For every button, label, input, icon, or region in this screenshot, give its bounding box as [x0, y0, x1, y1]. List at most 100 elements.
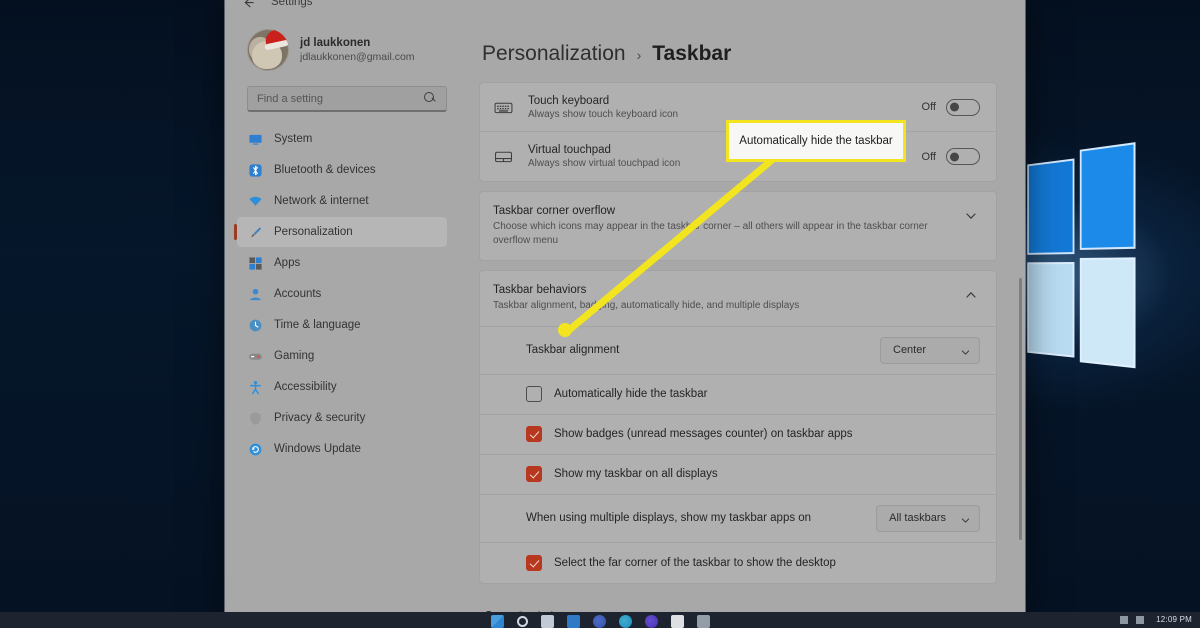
network-tray-icon[interactable]	[1120, 616, 1128, 624]
sidebar-item-accessibility[interactable]: Accessibility	[237, 372, 447, 402]
sidebar-item-label: Windows Update	[274, 443, 361, 455]
touch-keyboard-toggle[interactable]	[946, 98, 980, 116]
logo-pane-top-right	[1079, 142, 1136, 250]
word-icon[interactable]	[644, 615, 658, 628]
show-taskbar-all-displays-checkbox[interactable]	[526, 466, 542, 482]
account-block[interactable]: jd laukkonen jdlaukkonen@gmail.com	[237, 16, 447, 78]
page-title: Taskbar	[652, 42, 732, 65]
toggle-rows-card: Touch keyboard Always show touch keyboar…	[479, 82, 997, 182]
person-icon	[247, 286, 263, 302]
sidebar-item-label: Privacy & security	[274, 412, 366, 424]
row-auto-hide-taskbar[interactable]: Automatically hide the taskbar	[480, 375, 996, 415]
taskbar-icons	[490, 612, 710, 628]
show-badges-checkbox[interactable]	[526, 426, 542, 442]
sidebar-item-label: Accounts	[274, 288, 322, 300]
sidebar: jd laukkonen jdlaukkonen@gmail.com Syste…	[225, 16, 457, 612]
row-label: When using multiple displays, show my ta…	[526, 512, 812, 524]
sidebar-item-gaming[interactable]: Gaming	[237, 341, 447, 371]
apps-icon	[247, 255, 263, 271]
expander-title: Taskbar corner overflow	[493, 205, 616, 217]
wifi-icon	[247, 193, 263, 209]
expander-header[interactable]: Taskbar behaviors Taskbar alignment, bad…	[480, 271, 996, 327]
main-content: Personalization › Taskbar Touch keyboard…	[457, 16, 1025, 612]
sidebar-item-personalization[interactable]: Personalization	[234, 217, 447, 247]
window-title: Settings	[271, 0, 313, 8]
row-label: Show badges (unread messages counter) on…	[554, 428, 853, 440]
breadcrumb: Personalization › Taskbar	[479, 28, 997, 82]
settings-icon[interactable]	[670, 615, 684, 628]
search-icon	[424, 92, 437, 105]
search-input[interactable]	[257, 92, 424, 105]
shield-icon	[247, 410, 263, 426]
expander-taskbar-behaviors: Taskbar behaviors Taskbar alignment, bad…	[479, 270, 997, 584]
expander-title: Taskbar behaviors	[493, 284, 587, 296]
sidebar-nav: System Bluetooth & devices Network & int…	[234, 122, 447, 465]
taskbar-clock[interactable]: 12:09 PM	[1156, 615, 1192, 624]
logo-pane-bottom-right	[1079, 257, 1136, 369]
sidebar-item-time-language[interactable]: Time & language	[237, 310, 447, 340]
logo-pane-bottom-left	[1027, 262, 1075, 358]
chat-icon[interactable]	[566, 615, 580, 628]
store-icon[interactable]	[618, 615, 632, 628]
content-scrollbar[interactable]	[1019, 278, 1022, 540]
explorer-icon[interactable]	[696, 615, 710, 628]
row-label: Automatically hide the taskbar	[554, 388, 708, 400]
toggle-state-label: Off	[921, 150, 936, 163]
window-body: jd laukkonen jdlaukkonen@gmail.com Syste…	[225, 16, 1025, 612]
expander-texts: Taskbar corner overflow Choose which ico…	[493, 205, 964, 247]
account-email: jdlaukkonen@gmail.com	[300, 51, 415, 63]
row-virtual-touchpad[interactable]: Virtual touchpad Always show virtual tou…	[480, 132, 996, 181]
sidebar-item-system[interactable]: System	[237, 124, 447, 154]
sidebar-item-label: Accessibility	[274, 381, 337, 393]
avatar-santa-hat	[263, 29, 289, 48]
sidebar-item-privacy-security[interactable]: Privacy & security	[237, 403, 447, 433]
row-control: Off	[922, 148, 980, 165]
sidebar-item-windows-update[interactable]: Windows Update	[237, 434, 447, 464]
sidebar-item-apps[interactable]: Apps	[237, 248, 447, 278]
search-box[interactable]	[247, 86, 447, 112]
sidebar-item-accounts[interactable]: Accounts	[237, 279, 447, 309]
volume-tray-icon[interactable]	[1136, 616, 1144, 624]
row-label: Select the far corner of the taskbar to …	[554, 556, 836, 569]
chevron-down-icon	[960, 345, 970, 355]
virtual-touchpad-icon	[494, 149, 520, 164]
start-icon[interactable]	[490, 615, 504, 628]
back-arrow-icon[interactable]	[239, 0, 257, 11]
clock-icon	[247, 317, 263, 333]
breadcrumb-parent[interactable]: Personalization	[482, 42, 626, 66]
chevron-down-icon[interactable]	[964, 209, 978, 223]
sidebar-item-label: Apps	[274, 257, 301, 269]
row-show-taskbar-all-displays[interactable]: Show my taskbar on all displays	[480, 455, 996, 495]
windows-taskbar: 12:09 PM	[0, 612, 1200, 628]
search-icon[interactable]	[516, 616, 528, 627]
widgets-icon[interactable]	[540, 615, 554, 628]
toggle-knob	[950, 102, 959, 112]
row-show-badges[interactable]: Show badges (unread messages counter) on…	[480, 415, 996, 455]
virtual-touchpad-toggle[interactable]	[946, 148, 980, 165]
sidebar-item-bluetooth-devices[interactable]: Bluetooth & devices	[237, 155, 447, 185]
logo-pane-top-left	[1027, 158, 1075, 255]
taskbar-alignment-dropdown[interactable]: Center	[880, 336, 980, 364]
avatar	[247, 29, 289, 71]
multiple-displays-dropdown[interactable]: All taskbars	[876, 504, 980, 532]
auto-hide-taskbar-checkbox[interactable]	[526, 386, 542, 402]
sidebar-item-label: Bluetooth & devices	[274, 164, 376, 176]
taskbar-tray	[1120, 616, 1144, 624]
bluetooth-icon	[247, 162, 263, 178]
windows-logo-wallpaper	[1027, 142, 1136, 386]
sidebar-item-label: Personalization	[274, 226, 353, 238]
row-multiple-displays-apps: When using multiple displays, show my ta…	[480, 495, 996, 543]
chevron-up-icon[interactable]	[964, 288, 978, 302]
search-wrapper	[237, 78, 447, 122]
update-icon	[247, 441, 263, 457]
far-corner-checkbox[interactable]	[526, 554, 542, 571]
row-touch-keyboard[interactable]: Touch keyboard Always show touch keyboar…	[480, 83, 996, 132]
row-far-corner-show-desktop[interactable]: Select the far corner of the taskbar to …	[480, 543, 996, 583]
edge-icon[interactable]	[592, 615, 606, 628]
expander-texts: Taskbar behaviors Taskbar alignment, bad…	[493, 284, 964, 313]
accessibility-icon	[247, 379, 263, 395]
sidebar-item-network-internet[interactable]: Network & internet	[237, 186, 447, 216]
expander-taskbar-corner-overflow[interactable]: Taskbar corner overflow Choose which ico…	[479, 191, 997, 261]
expander-header[interactable]: Taskbar corner overflow Choose which ico…	[480, 192, 996, 260]
expander-subtitle: Choose which icons may appear in the tas…	[493, 221, 928, 246]
